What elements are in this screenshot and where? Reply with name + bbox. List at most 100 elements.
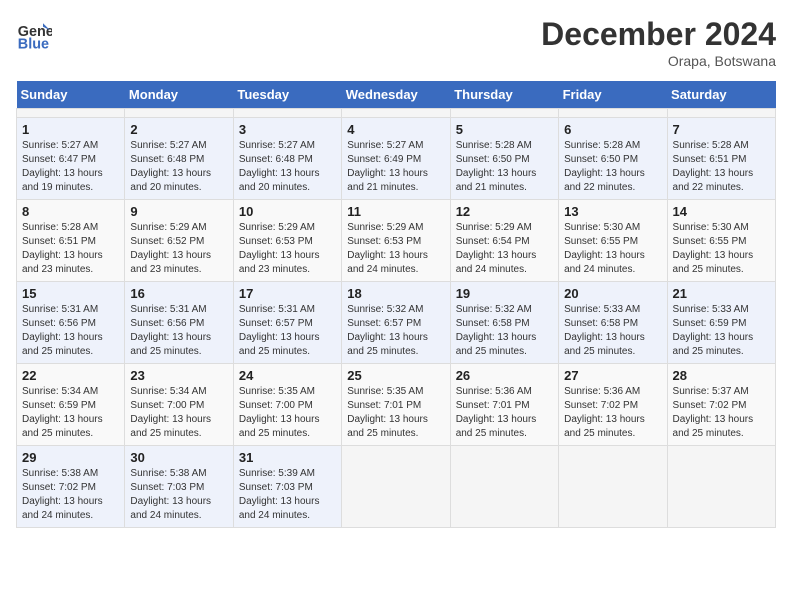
day-cell: 13 Sunrise: 5:30 AM Sunset: 6:55 PM Dayli… xyxy=(559,200,667,282)
day-number: 1 xyxy=(22,122,119,137)
col-header-monday: Monday xyxy=(125,81,233,109)
week-row-4: 22 Sunrise: 5:34 AM Sunset: 6:59 PM Dayli… xyxy=(17,364,776,446)
day-cell: 23 Sunrise: 5:34 AM Sunset: 7:00 PM Dayli… xyxy=(125,364,233,446)
day-cell: 4 Sunrise: 5:27 AM Sunset: 6:49 PM Daylig… xyxy=(342,118,450,200)
week-row-5: 29 Sunrise: 5:38 AM Sunset: 7:02 PM Dayli… xyxy=(17,446,776,528)
day-number: 5 xyxy=(456,122,553,137)
day-number: 22 xyxy=(22,368,119,383)
col-header-tuesday: Tuesday xyxy=(233,81,341,109)
day-number: 18 xyxy=(347,286,444,301)
week-row-0 xyxy=(17,109,776,118)
day-cell: 7 Sunrise: 5:28 AM Sunset: 6:51 PM Daylig… xyxy=(667,118,775,200)
day-info: Sunrise: 5:30 AM Sunset: 6:55 PM Dayligh… xyxy=(564,221,661,277)
day-info: Sunrise: 5:33 AM Sunset: 6:59 PM Dayligh… xyxy=(673,303,770,359)
day-cell: 25 Sunrise: 5:35 AM Sunset: 7:01 PM Dayli… xyxy=(342,364,450,446)
day-number: 15 xyxy=(22,286,119,301)
day-number: 25 xyxy=(347,368,444,383)
day-info: Sunrise: 5:39 AM Sunset: 7:03 PM Dayligh… xyxy=(239,467,336,523)
day-info: Sunrise: 5:27 AM Sunset: 6:47 PM Dayligh… xyxy=(22,139,119,195)
day-cell: 19 Sunrise: 5:32 AM Sunset: 6:58 PM Dayli… xyxy=(450,282,558,364)
day-info: Sunrise: 5:31 AM Sunset: 6:56 PM Dayligh… xyxy=(22,303,119,359)
title-area: December 2024 Orapa, Botswana xyxy=(541,16,776,69)
day-info: Sunrise: 5:28 AM Sunset: 6:50 PM Dayligh… xyxy=(456,139,553,195)
day-info: Sunrise: 5:34 AM Sunset: 7:00 PM Dayligh… xyxy=(130,385,227,441)
day-cell: 27Sunrise: 5:36 AM Sunset: 7:02 PM Dayli… xyxy=(559,364,667,446)
day-cell xyxy=(667,446,775,528)
day-number: 3 xyxy=(239,122,336,137)
day-number: 19 xyxy=(456,286,553,301)
day-number: 9 xyxy=(130,204,227,219)
svg-text:Blue: Blue xyxy=(18,36,49,52)
day-cell xyxy=(450,109,558,118)
day-info: Sunrise: 5:28 AM Sunset: 6:51 PM Dayligh… xyxy=(673,139,770,195)
day-cell xyxy=(559,446,667,528)
day-info: Sunrise: 5:38 AM Sunset: 7:03 PM Dayligh… xyxy=(130,467,227,523)
col-header-saturday: Saturday xyxy=(667,81,775,109)
day-cell: 12Sunrise: 5:29 AM Sunset: 6:54 PM Dayli… xyxy=(450,200,558,282)
location: Orapa, Botswana xyxy=(541,53,776,69)
day-number: 24 xyxy=(239,368,336,383)
day-info: Sunrise: 5:36 AM Sunset: 7:02 PM Dayligh… xyxy=(564,385,661,441)
logo-icon: General Blue xyxy=(16,16,52,52)
week-row-3: 15 Sunrise: 5:31 AM Sunset: 6:56 PM Dayli… xyxy=(17,282,776,364)
day-number: 16 xyxy=(130,286,227,301)
day-info: Sunrise: 5:35 AM Sunset: 7:01 PM Dayligh… xyxy=(347,385,444,441)
day-number: 29 xyxy=(22,450,119,465)
day-cell xyxy=(450,446,558,528)
day-number: 20 xyxy=(564,286,661,301)
week-row-1: 1 Sunrise: 5:27 AM Sunset: 6:47 PM Daylig… xyxy=(17,118,776,200)
day-number: 11 xyxy=(347,204,444,219)
day-info: Sunrise: 5:36 AM Sunset: 7:01 PM Dayligh… xyxy=(456,385,553,441)
day-cell: 14Sunrise: 5:30 AM Sunset: 6:55 PM Dayli… xyxy=(667,200,775,282)
col-header-thursday: Thursday xyxy=(450,81,558,109)
day-number: 13 xyxy=(564,204,661,219)
day-number: 7 xyxy=(673,122,770,137)
day-number: 6 xyxy=(564,122,661,137)
day-info: Sunrise: 5:30 AM Sunset: 6:55 PM Dayligh… xyxy=(673,221,770,277)
day-info: Sunrise: 5:27 AM Sunset: 6:48 PM Dayligh… xyxy=(130,139,227,195)
day-info: Sunrise: 5:35 AM Sunset: 7:00 PM Dayligh… xyxy=(239,385,336,441)
day-info: Sunrise: 5:29 AM Sunset: 6:52 PM Dayligh… xyxy=(130,221,227,277)
day-number: 26 xyxy=(456,368,553,383)
day-cell: 8Sunrise: 5:28 AM Sunset: 6:51 PM Daylig… xyxy=(17,200,125,282)
day-cell xyxy=(559,109,667,118)
day-cell: 10Sunrise: 5:29 AM Sunset: 6:53 PM Dayli… xyxy=(233,200,341,282)
day-cell xyxy=(17,109,125,118)
day-cell xyxy=(667,109,775,118)
day-cell: 9 Sunrise: 5:29 AM Sunset: 6:52 PM Daylig… xyxy=(125,200,233,282)
day-cell: 28Sunrise: 5:37 AM Sunset: 7:02 PM Dayli… xyxy=(667,364,775,446)
day-info: Sunrise: 5:27 AM Sunset: 6:48 PM Dayligh… xyxy=(239,139,336,195)
day-number: 4 xyxy=(347,122,444,137)
day-info: Sunrise: 5:31 AM Sunset: 6:57 PM Dayligh… xyxy=(239,303,336,359)
day-number: 30 xyxy=(130,450,227,465)
column-headers-row: SundayMondayTuesdayWednesdayThursdayFrid… xyxy=(17,81,776,109)
day-info: Sunrise: 5:27 AM Sunset: 6:49 PM Dayligh… xyxy=(347,139,444,195)
day-cell: 18Sunrise: 5:32 AM Sunset: 6:57 PM Dayli… xyxy=(342,282,450,364)
day-cell: 2 Sunrise: 5:27 AM Sunset: 6:48 PM Daylig… xyxy=(125,118,233,200)
day-number: 21 xyxy=(673,286,770,301)
col-header-sunday: Sunday xyxy=(17,81,125,109)
day-number: 23 xyxy=(130,368,227,383)
day-number: 8 xyxy=(22,204,119,219)
day-cell: 1 Sunrise: 5:27 AM Sunset: 6:47 PM Daylig… xyxy=(17,118,125,200)
calendar-table: SundayMondayTuesdayWednesdayThursdayFrid… xyxy=(16,81,776,528)
day-info: Sunrise: 5:31 AM Sunset: 6:56 PM Dayligh… xyxy=(130,303,227,359)
day-cell: 26 Sunrise: 5:36 AM Sunset: 7:01 PM Dayli… xyxy=(450,364,558,446)
month-title: December 2024 xyxy=(541,16,776,53)
col-header-friday: Friday xyxy=(559,81,667,109)
day-info: Sunrise: 5:32 AM Sunset: 6:58 PM Dayligh… xyxy=(456,303,553,359)
day-info: Sunrise: 5:28 AM Sunset: 6:50 PM Dayligh… xyxy=(564,139,661,195)
day-info: Sunrise: 5:33 AM Sunset: 6:58 PM Dayligh… xyxy=(564,303,661,359)
day-number: 10 xyxy=(239,204,336,219)
day-number: 31 xyxy=(239,450,336,465)
day-number: 12 xyxy=(456,204,553,219)
day-info: Sunrise: 5:34 AM Sunset: 6:59 PM Dayligh… xyxy=(22,385,119,441)
day-number: 2 xyxy=(130,122,227,137)
day-number: 17 xyxy=(239,286,336,301)
day-cell: 6 Sunrise: 5:28 AM Sunset: 6:50 PM Daylig… xyxy=(559,118,667,200)
logo: General Blue xyxy=(16,16,52,52)
day-number: 28 xyxy=(673,368,770,383)
week-row-2: 8Sunrise: 5:28 AM Sunset: 6:51 PM Daylig… xyxy=(17,200,776,282)
day-cell: 17 Sunrise: 5:31 AM Sunset: 6:57 PM Dayli… xyxy=(233,282,341,364)
day-info: Sunrise: 5:38 AM Sunset: 7:02 PM Dayligh… xyxy=(22,467,119,523)
